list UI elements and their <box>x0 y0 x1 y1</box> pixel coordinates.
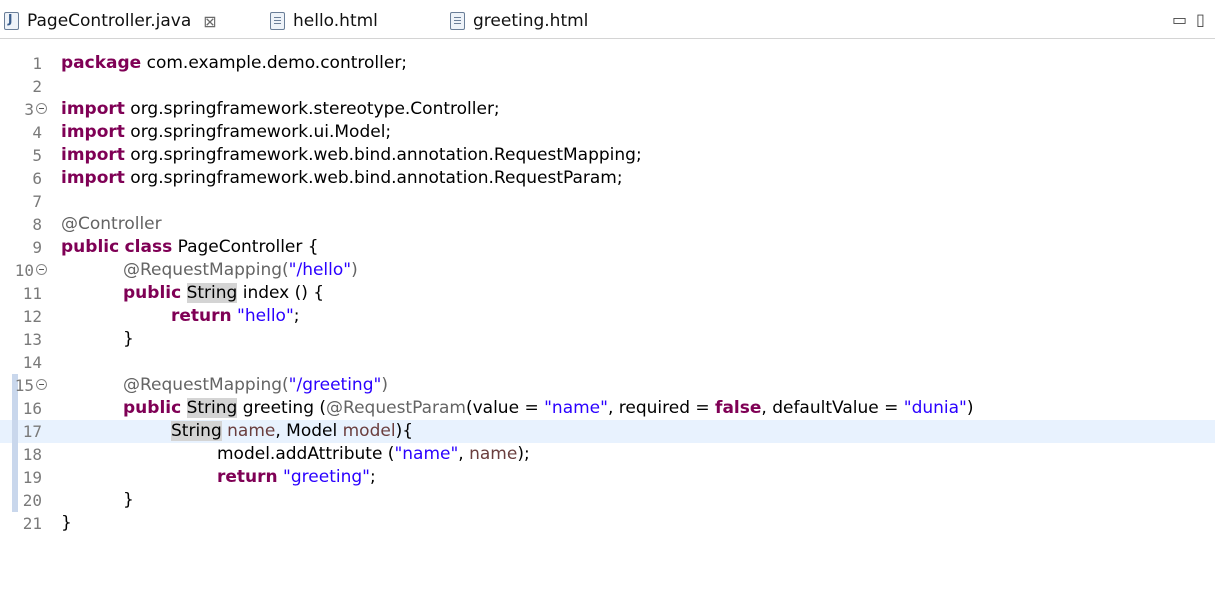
tab-greeting-html[interactable]: greeting.html <box>446 6 588 36</box>
line-number: 9 <box>32 238 42 257</box>
code-text: public String greeting (@RequestParam(va… <box>123 398 974 418</box>
line-number: 21 <box>22 514 42 533</box>
code-text: } <box>123 490 134 510</box>
line-number: 11 <box>22 284 42 303</box>
code-line: 7 <box>0 190 1215 213</box>
code-text: import org.springframework.stereotype.Co… <box>61 99 500 119</box>
code-line: 13 } <box>0 328 1215 351</box>
code-line-current: 17 String name, Model model){ <box>0 420 1215 443</box>
code-text: } <box>61 513 72 533</box>
line-number: 8 <box>32 215 42 234</box>
line-number: 6 <box>32 169 42 188</box>
code-line: 16 public String greeting (@RequestParam… <box>0 397 1215 420</box>
line-number: 10 <box>14 261 34 280</box>
code-line: 9 public class PageController { <box>0 236 1215 259</box>
code-line: 5 import org.springframework.web.bind.an… <box>0 144 1215 167</box>
line-number: 5 <box>32 146 42 165</box>
code-editor[interactable]: 1 package com.example.demo.controller; 2… <box>0 42 1215 607</box>
code-text: String name, Model model){ <box>171 421 414 441</box>
code-line: 18 model.addAttribute ("name", name); <box>0 443 1215 466</box>
line-number: 15 <box>14 376 34 395</box>
line-number: 14 <box>22 353 42 372</box>
code-text: @RequestMapping("/greeting") <box>123 375 388 395</box>
tab-label: hello.html <box>293 11 378 31</box>
tab-pagecontroller-java[interactable]: PageController.java ⊠ <box>0 6 253 36</box>
close-tab-icon[interactable]: ⊠ <box>203 12 216 31</box>
code-text: package com.example.demo.controller; <box>61 53 408 73</box>
code-text: import org.springframework.web.bind.anno… <box>61 168 623 188</box>
maximize-icon[interactable]: ▯ <box>1196 10 1205 29</box>
code-text: return "greeting"; <box>217 467 376 487</box>
line-number: 1 <box>32 54 42 73</box>
line-number: 17 <box>22 422 42 441</box>
fold-toggle-icon[interactable] <box>36 103 47 114</box>
code-text: import org.springframework.web.bind.anno… <box>61 145 642 165</box>
code-text: import org.springframework.ui.Model; <box>61 122 392 142</box>
code-text: public class PageController { <box>61 237 319 257</box>
code-text: model.addAttribute ("name", name); <box>217 444 530 464</box>
tab-hello-html[interactable]: hello.html <box>266 6 378 36</box>
line-number: 18 <box>22 445 42 464</box>
line-number: 3 <box>24 100 34 119</box>
code-line: 8 @Controller <box>0 213 1215 236</box>
line-number: 2 <box>32 77 42 96</box>
code-line: 14 <box>0 351 1215 374</box>
code-line: 20 } <box>0 489 1215 512</box>
code-text: @RequestMapping("/hello") <box>123 260 358 280</box>
html-file-icon <box>270 12 285 30</box>
line-number: 20 <box>22 491 42 510</box>
code-line: 15 @RequestMapping("/greeting") <box>0 374 1215 397</box>
line-number: 7 <box>32 192 42 211</box>
line-number: 13 <box>22 330 42 349</box>
tab-label: PageController.java <box>27 11 192 31</box>
fold-toggle-icon[interactable] <box>36 264 47 275</box>
code-line: 1 package com.example.demo.controller; <box>0 52 1215 75</box>
line-number: 16 <box>22 399 42 418</box>
code-line: 4 import org.springframework.ui.Model; <box>0 121 1215 144</box>
java-file-icon <box>4 12 19 30</box>
code-line: 12 return "hello"; <box>0 305 1215 328</box>
line-number: 19 <box>22 468 42 487</box>
editor-tab-bar: PageController.java ⊠ hello.html greetin… <box>0 4 1215 39</box>
tab-label: greeting.html <box>473 11 589 31</box>
code-text: public String index () { <box>123 283 325 303</box>
code-text: return "hello"; <box>171 306 300 326</box>
fold-toggle-icon[interactable] <box>36 379 47 390</box>
code-line: 11 public String index () { <box>0 282 1215 305</box>
line-number: 12 <box>22 307 42 326</box>
code-line: 21 } <box>0 512 1215 535</box>
code-line: 3 import org.springframework.stereotype.… <box>0 98 1215 121</box>
minimize-icon[interactable]: ▭ <box>1172 10 1187 29</box>
line-number: 4 <box>32 123 42 142</box>
html-file-icon <box>450 12 465 30</box>
code-line: 10 @RequestMapping("/hello") <box>0 259 1215 282</box>
code-text: } <box>123 329 134 349</box>
code-text: @Controller <box>61 214 162 234</box>
code-line: 19 return "greeting"; <box>0 466 1215 489</box>
code-line: 6 import org.springframework.web.bind.an… <box>0 167 1215 190</box>
code-line: 2 <box>0 75 1215 98</box>
